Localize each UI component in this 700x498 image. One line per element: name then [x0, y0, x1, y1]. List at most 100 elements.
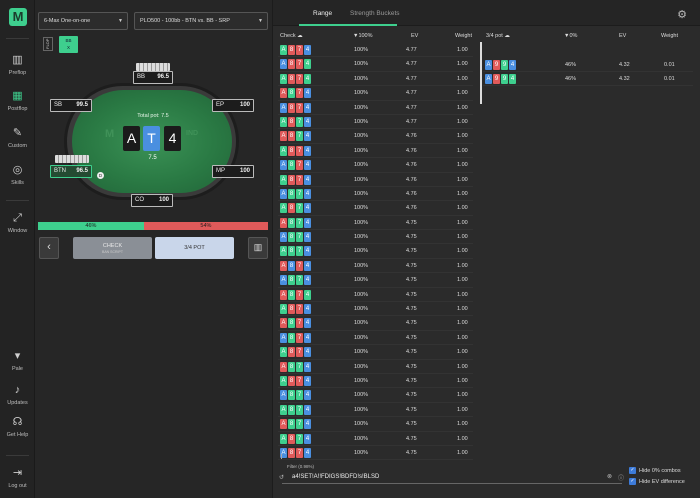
table-row[interactable]: A 8 7 4 100% 4.77 1.00: [278, 57, 473, 72]
table-row[interactable]: A 8 7 4 100% 4.75 1.00: [278, 432, 473, 446]
check-column-title[interactable]: Check ☁: [280, 33, 303, 39]
combo-frequency: 100%: [354, 349, 369, 356]
info-icon[interactable]: ⓘ: [618, 473, 624, 482]
action-history-chip[interactable]: BB X: [59, 36, 78, 53]
sidebar-item-logout[interactable]: ⇥ Log out: [0, 466, 35, 489]
seat-bb[interactable]: BB 96.5: [133, 71, 173, 84]
combo-card: 8: [288, 73, 295, 84]
combo-frequency: 100%: [354, 75, 369, 82]
combo-card: A: [280, 260, 287, 271]
board-card: 4: [164, 126, 181, 151]
check-button[interactable]: CHECK BAN SCRIPT: [73, 237, 152, 259]
table-row[interactable]: A 9 9 4 46% 4.32 0.01: [483, 58, 693, 72]
hide-ev-checkbox[interactable]: ✓ Hide EV difference: [629, 478, 685, 486]
app-logo[interactable]: M: [9, 8, 27, 26]
table-row[interactable]: A 8 7 4 100% 4.75 1.00: [278, 259, 473, 274]
sidebar-item-postflop[interactable]: ▦ Postflop: [0, 89, 35, 112]
pot-column-title[interactable]: 3/4 pot ☁: [486, 33, 510, 39]
combo-card: A: [280, 217, 287, 228]
combo-frequency: 100%: [354, 147, 369, 154]
combo-card: A: [280, 318, 287, 329]
table-row[interactable]: A 8 7 4 100% 4.76 1.00: [278, 144, 473, 159]
sidebar-item-window[interactable]: ⤢ Window: [0, 211, 35, 234]
tab-range[interactable]: Range: [313, 10, 332, 17]
check-ev-header[interactable]: EV: [411, 33, 418, 39]
seat-btn[interactable]: BTN 96.5: [50, 165, 92, 178]
seat-sb[interactable]: SB 99.5: [50, 99, 92, 112]
combo-card: 7: [296, 232, 303, 243]
tab-bar: Range Strength Buckets ⚙: [273, 0, 700, 26]
hide-zero-checkbox[interactable]: ✓ Hide 0% combos: [629, 467, 681, 475]
combo-frequency: 100%: [354, 219, 369, 226]
table-row[interactable]: A 8 7 4 100% 4.77 1.00: [278, 115, 473, 130]
table-row[interactable]: A 8 7 4 100% 4.75 1.00: [278, 417, 473, 432]
sidebar-item-get-help[interactable]: ☊ Get Help: [0, 415, 35, 438]
table-row[interactable]: A 8 7 4 100% 4.75 1.00: [278, 446, 473, 461]
filter-input[interactable]: a4!SET!A!!FDIGS!BDFD!s!BLSD: [282, 471, 622, 484]
table-row[interactable]: A 8 7 4 100% 4.77 1.00: [278, 86, 473, 101]
combo-card: 7: [296, 390, 303, 401]
combo-card: 7: [296, 447, 303, 458]
table-row[interactable]: A 8 7 4 100% 4.75 1.00: [278, 331, 473, 346]
table-row[interactable]: A 8 7 4 100% 4.75 1.00: [278, 216, 473, 231]
table-row[interactable]: A 8 7 4 100% 4.75 1.00: [278, 288, 473, 303]
sidebar-item-label: Skills: [11, 180, 24, 186]
back-button[interactable]: ‹: [39, 237, 59, 259]
table-row[interactable]: A 8 7 4 100% 4.75 1.00: [278, 374, 473, 389]
combo-card: A: [280, 347, 287, 358]
gear-icon[interactable]: ⚙: [677, 8, 687, 21]
table-row[interactable]: A 8 7 4 100% 4.77 1.00: [278, 101, 473, 115]
table-row[interactable]: A 8 7 4 100% 4.76 1.00: [278, 187, 473, 202]
combo-cards: A874: [280, 102, 311, 113]
table-row[interactable]: A 8 7 4 100% 4.75 1.00: [278, 316, 473, 331]
combo-ev: 4.75: [406, 248, 417, 255]
check-freq-header[interactable]: ▼100%: [353, 33, 373, 39]
chevron-down-icon: ▼: [118, 18, 123, 24]
sidebar-item-label: Postflop: [7, 106, 28, 112]
combo-weight: 1.00: [457, 349, 468, 356]
combo-frequency: 100%: [354, 406, 369, 413]
table-row[interactable]: A 8 7 4 100% 4.75 1.00: [278, 388, 473, 403]
scrollbar-thumb[interactable]: [480, 42, 482, 104]
table-row[interactable]: A 8 7 4 100% 4.76 1.00: [278, 158, 473, 173]
sidebar-item-custom[interactable]: ✎ Custom: [0, 126, 35, 149]
check-weight-header[interactable]: Weight: [455, 33, 472, 39]
combo-card: 4: [304, 332, 311, 343]
combo-card: 8: [288, 260, 295, 271]
table-row[interactable]: A 8 7 4 100% 4.75 1.00: [278, 244, 473, 259]
combo-frequency: 100%: [354, 435, 369, 442]
pot-freq-header[interactable]: ▼0%: [564, 33, 577, 39]
table-row[interactable]: A 8 7 4 100% 4.75 1.00: [278, 345, 473, 360]
undo-icon[interactable]: ↺: [279, 474, 284, 481]
sidebar-item-pale[interactable]: ▾ Pale: [0, 349, 35, 372]
table-row[interactable]: A 8 7 4 100% 4.75 1.00: [278, 360, 473, 374]
table-row[interactable]: A 8 7 4 100% 4.76 1.00: [278, 201, 473, 216]
spot-select[interactable]: PLO500 - 100bb - BTN vs. BB - SRP ▼: [134, 12, 268, 30]
seat-co[interactable]: CO 100: [131, 194, 173, 207]
pot-weight-header[interactable]: Weight: [661, 33, 678, 39]
sidebar-item-updates[interactable]: ♪ Updates: [0, 383, 35, 406]
table-row[interactable]: A 8 7 4 100% 4.75 1.00: [278, 403, 473, 418]
sidebar-item-preflop[interactable]: ▥ Preflop: [0, 53, 35, 76]
table-row[interactable]: A 8 7 4 100% 4.75 1.00: [278, 230, 473, 245]
table-row[interactable]: A 8 7 4 100% 4.77 1.00: [278, 43, 473, 58]
table-row[interactable]: A 8 7 4 100% 4.75 1.00: [278, 273, 473, 288]
combo-card: 7: [296, 304, 303, 315]
table-row[interactable]: A 8 7 4 100% 4.75 1.00: [278, 302, 473, 317]
bet-sizing-control-icon[interactable]: ▥: [248, 237, 268, 259]
table-row[interactable]: A 8 7 4 100% 4.77 1.00: [278, 72, 473, 87]
clear-icon[interactable]: ⊗: [607, 473, 612, 480]
sidebar-item-skills[interactable]: ◎ Skills: [0, 163, 35, 186]
combo-card: 4: [304, 217, 311, 228]
table-row[interactable]: A 8 7 4 100% 4.76 1.00: [278, 173, 473, 187]
table-row[interactable]: A 8 7 4 100% 4.76 1.00: [278, 129, 473, 144]
game-select[interactable]: 6-Max One-on-one ▼: [38, 12, 128, 30]
seat-ep[interactable]: EP 100: [212, 99, 254, 112]
combo-card: 8: [288, 332, 295, 343]
table-row[interactable]: A 9 9 4 46% 4.32 0.01: [483, 72, 693, 86]
combo-frequency: 100%: [354, 104, 369, 111]
seat-mp[interactable]: MP 100: [212, 165, 254, 178]
pot-bet-button[interactable]: 3/4 POT: [155, 237, 234, 259]
pot-ev-header[interactable]: EV: [619, 33, 626, 39]
tab-strength-buckets[interactable]: Strength Buckets: [350, 10, 400, 17]
